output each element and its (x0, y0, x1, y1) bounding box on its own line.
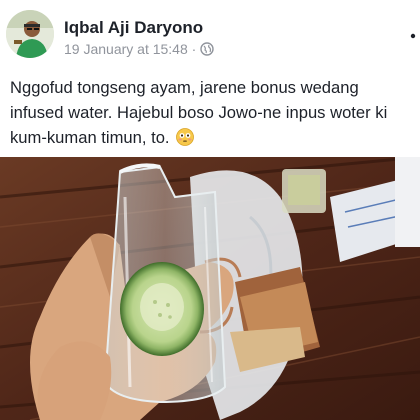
more-options-icon[interactable] (408, 26, 418, 46)
post-header: Iqbal Aji Daryono 19 January at 15:48 · (0, 0, 420, 62)
post-body: Nggofud tongseng ayam, jarene bonus weda… (10, 75, 415, 150)
post-text: Nggofud tongseng ayam, jarene bonus weda… (10, 78, 388, 147)
globe-icon (200, 42, 215, 56)
post-photo[interactable] (0, 157, 420, 420)
avatar[interactable] (6, 10, 54, 58)
avatar-image (6, 10, 54, 58)
post-meta: 19 January at 15:48 · (64, 41, 215, 57)
author-name[interactable]: Iqbal Aji Daryono (64, 18, 203, 38)
post-timestamp[interactable]: 19 January at 15:48 · (64, 41, 196, 57)
flushed-face-emoji-icon (176, 128, 195, 146)
photo-image (0, 157, 420, 420)
